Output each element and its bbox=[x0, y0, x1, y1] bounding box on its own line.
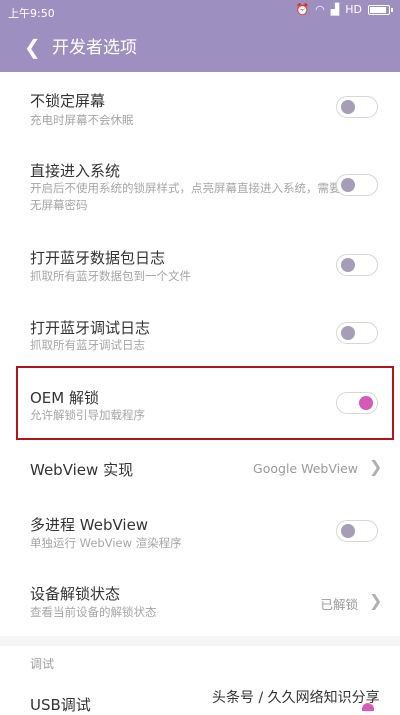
toggle-switch[interactable] bbox=[336, 322, 378, 344]
app-bar: ❮ 开发者选项 bbox=[0, 24, 400, 72]
setting-subtitle: 单独运行 WebView 渲染程序 bbox=[30, 536, 182, 550]
setting-title: 打开蓝牙数据包日志 bbox=[30, 249, 166, 267]
toggle-knob bbox=[341, 326, 355, 340]
setting-title: WebView 实现 bbox=[30, 461, 134, 479]
page-title: 开发者选项 bbox=[52, 38, 137, 58]
section-header-debug: 调试 bbox=[30, 657, 55, 671]
chevron-right-icon: ❯ bbox=[369, 591, 383, 610]
highlight-box bbox=[16, 366, 394, 440]
status-bar: 上午9:50 ⏰ ◠ ▟ HD bbox=[0, 0, 400, 24]
chevron-right-icon: ❯ bbox=[369, 457, 383, 476]
setting-value: Google WebView bbox=[253, 461, 358, 476]
setting-title: USB调试 bbox=[30, 696, 91, 714]
setting-no-lock-screen[interactable]: 不锁定屏幕 充电时屏幕不会休眠 bbox=[0, 72, 400, 140]
watermark: 头条号 / 久久网络知识分享 bbox=[212, 690, 380, 706]
setting-subtitle: 查看当前设备的解锁状态 bbox=[30, 605, 157, 619]
network-type-label: HD bbox=[345, 3, 362, 16]
status-icons: ⏰ ◠ ▟ HD bbox=[295, 3, 393, 16]
setting-subtitle: 开启后不使用系统的锁屏样式，点亮屏幕直接进入系统，需要无屏幕密码 bbox=[30, 181, 341, 212]
setting-title: 多进程 WebView bbox=[30, 516, 149, 534]
setting-title: 设备解锁状态 bbox=[30, 585, 121, 603]
setting-subtitle: 抓取所有蓝牙数据包到一个文件 bbox=[30, 269, 191, 283]
setting-title: 不锁定屏幕 bbox=[30, 92, 106, 110]
toggle-knob bbox=[341, 100, 355, 114]
signal-icon: ▟ bbox=[330, 3, 340, 16]
toggle-switch[interactable] bbox=[336, 96, 378, 118]
toggle-switch[interactable] bbox=[336, 520, 378, 542]
toggle-switch[interactable] bbox=[336, 174, 378, 196]
battery-icon bbox=[368, 5, 393, 15]
setting-title: 直接进入系统 bbox=[30, 162, 121, 180]
back-chevron-icon[interactable]: ❮ bbox=[24, 34, 41, 60]
setting-bluetooth-packet-log[interactable]: 打开蓝牙数据包日志 抓取所有蓝牙数据包到一个文件 bbox=[0, 230, 400, 300]
toggle-knob bbox=[341, 178, 355, 192]
setting-multiprocess-webview[interactable]: 多进程 WebView 单独运行 WebView 渲染程序 bbox=[0, 498, 400, 566]
setting-bluetooth-debug-log[interactable]: 打开蓝牙调试日志 抓取所有蓝牙调试日志 bbox=[0, 300, 400, 366]
setting-device-unlock-status[interactable]: 设备解锁状态 查看当前设备的解锁状态 已解锁 ❯ bbox=[0, 566, 400, 636]
setting-subtitle: 抓取所有蓝牙调试日志 bbox=[30, 338, 145, 352]
toggle-knob bbox=[341, 524, 355, 538]
status-time: 上午9:50 bbox=[8, 7, 55, 20]
setting-value: 已解锁 bbox=[320, 597, 358, 612]
setting-direct-enter-system[interactable]: 直接进入系统 开启后不使用系统的锁屏样式，点亮屏幕直接进入系统，需要无屏幕密码 bbox=[0, 140, 400, 230]
section-divider bbox=[0, 636, 400, 646]
toggle-switch[interactable] bbox=[336, 254, 378, 276]
alarm-icon: ⏰ bbox=[295, 3, 310, 16]
setting-webview-implementation[interactable]: WebView 实现 Google WebView ❯ bbox=[0, 440, 400, 498]
setting-title: 打开蓝牙调试日志 bbox=[30, 319, 151, 337]
toggle-knob bbox=[341, 258, 355, 272]
wifi-icon: ◠ bbox=[315, 3, 325, 16]
setting-subtitle: 充电时屏幕不会休眠 bbox=[30, 113, 134, 127]
